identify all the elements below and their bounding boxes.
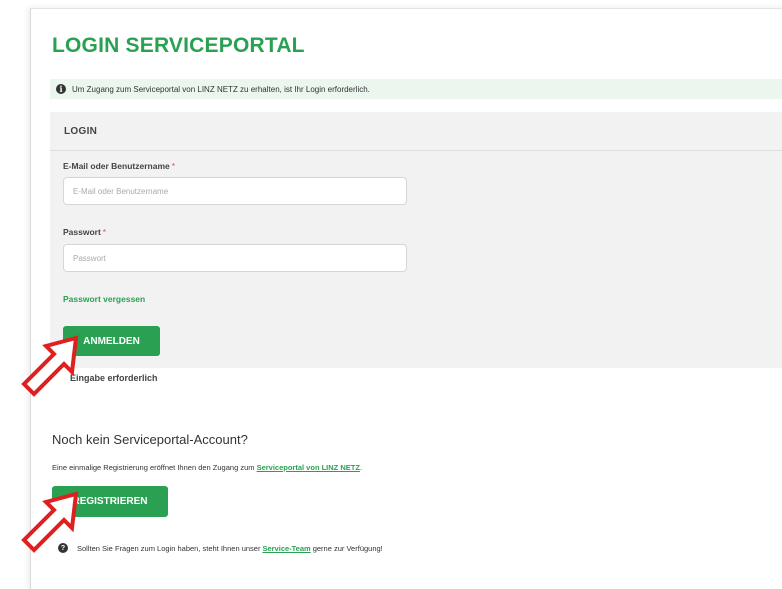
registration-title: Noch kein Serviceportal-Account? [52, 432, 248, 447]
login-panel-header: LOGIN [50, 112, 782, 151]
password-input[interactable] [63, 244, 407, 272]
password-label: Passwort * [63, 227, 107, 237]
annotation-arrow-icon [21, 335, 79, 397]
info-icon: i [56, 84, 66, 94]
required-asterisk: * [102, 227, 107, 237]
annotation-arrow-icon [21, 491, 79, 553]
info-banner: i Um Zugang zum Serviceportal von LINZ N… [50, 79, 782, 99]
username-label: E-Mail oder Benutzername * [63, 161, 176, 171]
forgot-password-link[interactable]: Passwort vergessen [63, 294, 145, 304]
service-team-link[interactable]: Service-Team [262, 544, 310, 553]
login-panel-title: LOGIN [64, 125, 98, 137]
required-asterisk: * [171, 161, 176, 171]
registration-text: Eine einmalige Registrierung eröffnet Ih… [52, 463, 363, 472]
page-title: LOGIN SERVICEPORTAL [52, 34, 305, 57]
username-input[interactable] [63, 177, 407, 205]
help-row: ? Sollten Sie Fragen zum Login haben, st… [58, 543, 383, 553]
serviceportal-link[interactable]: Serviceportal von LINZ NETZ [257, 463, 360, 472]
info-banner-text: Um Zugang zum Serviceportal von LINZ NET… [72, 84, 370, 94]
